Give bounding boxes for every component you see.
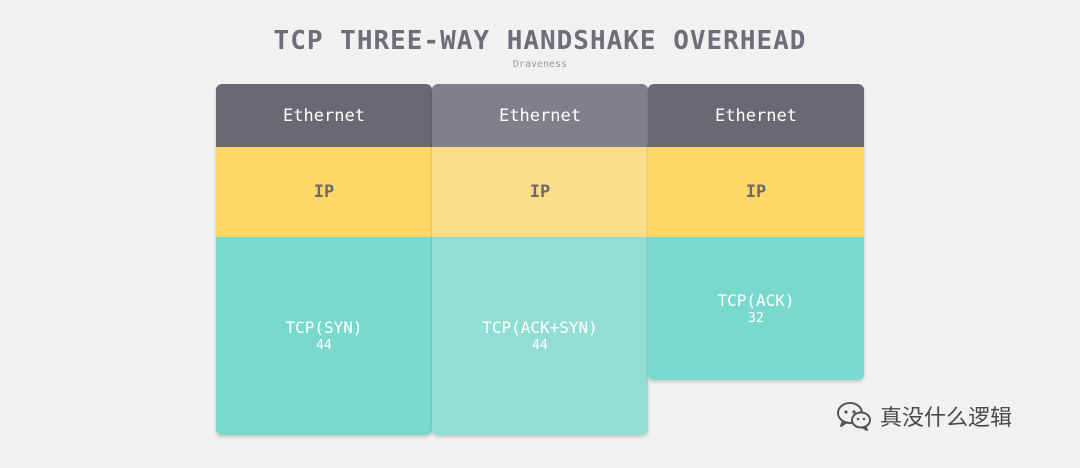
tcp-label: TCP(ACK) xyxy=(717,291,795,310)
ethernet-label: Ethernet xyxy=(715,105,797,126)
ethernet-layer: Ethernet xyxy=(216,84,432,147)
packet-ack-syn: Ethernet IP TCP(ACK+SYN) 44 xyxy=(432,84,648,435)
ethernet-layer: Ethernet xyxy=(432,84,648,147)
tcp-label: TCP(ACK+SYN) xyxy=(482,318,598,337)
ip-layer: IP xyxy=(648,147,864,237)
ip-label: IP xyxy=(529,182,551,202)
ip-label: IP xyxy=(745,182,767,202)
tcp-size: 44 xyxy=(532,338,548,353)
tcp-layer: TCP(SYN) 44 xyxy=(216,237,432,435)
tcp-size: 44 xyxy=(316,338,332,353)
packet-ack: Ethernet IP TCP(ACK) 32 xyxy=(648,84,864,380)
ethernet-label: Ethernet xyxy=(499,105,581,126)
diagram-author: Draveness xyxy=(512,59,568,70)
tcp-size: 32 xyxy=(748,311,764,326)
watermark: 真没什么逻辑 xyxy=(836,400,1012,432)
diagram-title: TCP THREE-WAY HANDSHAKE OVERHEAD xyxy=(273,26,807,56)
wechat-icon xyxy=(837,402,871,431)
ethernet-layer: Ethernet xyxy=(648,84,864,147)
ethernet-label: Ethernet xyxy=(283,105,365,126)
watermark-text: 真没什么逻辑 xyxy=(880,406,1013,431)
ip-label: IP xyxy=(313,182,335,202)
ip-layer: IP xyxy=(432,147,648,237)
packet-syn: Ethernet IP TCP(SYN) 44 xyxy=(216,84,432,435)
ip-layer: IP xyxy=(216,147,432,237)
tcp-layer: TCP(ACK+SYN) 44 xyxy=(432,237,648,435)
tcp-label: TCP(SYN) xyxy=(285,318,363,337)
tcp-layer: TCP(ACK) 32 xyxy=(648,237,864,380)
